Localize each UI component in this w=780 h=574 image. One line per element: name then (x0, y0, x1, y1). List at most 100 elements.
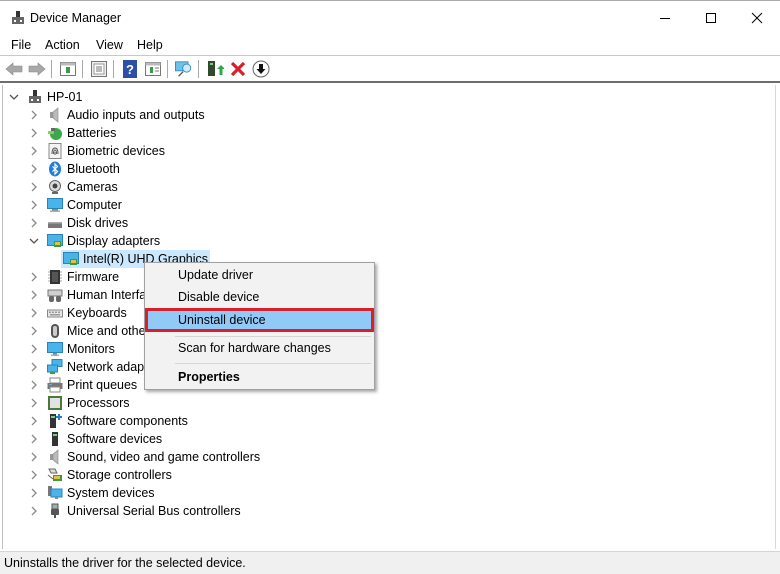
tree-category-node[interactable]: Software devices (29, 430, 162, 448)
menu-help[interactable]: Help (137, 38, 163, 52)
tree-category-node[interactable]: System devices (29, 484, 155, 502)
tree-category-label: Software devices (67, 432, 163, 446)
chevron-right-icon[interactable] (29, 290, 39, 300)
chevron-right-icon[interactable] (29, 380, 39, 390)
context-separator (175, 363, 371, 364)
context-scan-hardware[interactable]: Scan for hardware changes (145, 337, 374, 359)
tree-category-node[interactable]: Mice and other (29, 322, 150, 340)
tree-root-label: HP-01 (47, 90, 83, 104)
context-disable-device[interactable]: Disable device (145, 286, 374, 308)
toolbar-separator (51, 60, 52, 78)
chevron-right-icon[interactable] (29, 128, 39, 138)
chevron-right-icon[interactable] (29, 182, 39, 192)
tree-category-node[interactable]: Firmware (29, 268, 119, 286)
chevron-right-icon[interactable] (29, 326, 39, 336)
chevron-right-icon[interactable] (29, 164, 39, 174)
minimize-button[interactable] (642, 1, 688, 35)
disable-device-icon[interactable] (252, 60, 270, 78)
tree-category-label: System devices (67, 486, 155, 500)
tree-category-label: Human Interfa (67, 288, 147, 302)
computer-root-icon (27, 89, 43, 105)
menu-view[interactable]: View (96, 38, 123, 52)
show-action-pane-icon[interactable] (144, 60, 162, 78)
chevron-right-icon[interactable] (29, 488, 39, 498)
network-icon (47, 359, 63, 375)
chevron-down-icon[interactable] (29, 236, 39, 246)
context-item-label: Disable device (178, 290, 260, 304)
tree-category-node[interactable]: Monitors (29, 340, 115, 358)
tree-category-node[interactable]: Network adapt (29, 358, 148, 376)
tree-category-label: Universal Serial Bus controllers (67, 504, 241, 518)
chevron-right-icon[interactable] (29, 362, 39, 372)
chevron-down-icon[interactable] (9, 92, 19, 102)
context-properties[interactable]: Properties (145, 366, 374, 388)
toolbar-separator (113, 60, 114, 78)
chevron-right-icon[interactable] (29, 146, 39, 156)
tree-category-node[interactable]: Universal Serial Bus controllers (29, 502, 241, 520)
window-title: Device Manager (30, 11, 122, 25)
chevron-right-icon[interactable] (29, 110, 39, 120)
tree-category-node[interactable]: Sound, video and game controllers (29, 448, 260, 466)
printer-icon (47, 377, 63, 393)
tree-category-node[interactable]: Print queues (29, 376, 137, 394)
tree-category-node[interactable]: Audio inputs and outputs (29, 106, 205, 124)
chevron-right-icon[interactable] (29, 506, 39, 516)
tree-category-label: Cameras (67, 180, 118, 194)
tree-category-node[interactable]: Display adapters (29, 232, 160, 250)
chevron-right-icon[interactable] (29, 200, 39, 210)
firmware-icon (47, 269, 63, 285)
help-icon[interactable]: ? (121, 60, 139, 78)
chevron-right-icon[interactable] (29, 344, 39, 354)
tree-category-label: Display adapters (67, 234, 161, 248)
scan-hardware-icon[interactable] (175, 60, 193, 78)
battery-icon (47, 125, 63, 141)
tree-category-node[interactable]: Storage controllers (29, 466, 172, 484)
maximize-icon (706, 13, 716, 23)
chevron-right-icon[interactable] (29, 452, 39, 462)
tree-category-node[interactable]: Keyboards (29, 304, 127, 322)
chevron-right-icon[interactable] (29, 416, 39, 426)
close-button[interactable] (734, 1, 780, 35)
fingerprint-icon (47, 143, 63, 159)
tree-category-node[interactable]: Disk drives (29, 214, 128, 232)
back-icon[interactable] (5, 60, 23, 78)
update-driver-icon[interactable] (206, 60, 224, 78)
chevron-right-icon[interactable] (29, 434, 39, 444)
processor-icon (47, 395, 63, 411)
tree-category-node[interactable]: Bluetooth (29, 160, 120, 178)
tree-category-node[interactable]: Human Interfa (29, 286, 146, 304)
tree-category-node[interactable]: Computer (29, 196, 122, 214)
tree-category-node[interactable]: Batteries (29, 124, 116, 142)
device-manager-app-icon (10, 10, 26, 26)
chevron-right-icon[interactable] (29, 272, 39, 282)
chevron-right-icon[interactable] (29, 218, 39, 228)
tree-category-node[interactable]: Software components (29, 412, 188, 430)
menu-bar: File Action View Help (0, 35, 780, 56)
context-update-driver[interactable]: Update driver (145, 264, 374, 286)
tree-category-label: Processors (67, 396, 130, 410)
chevron-right-icon[interactable] (29, 308, 39, 318)
chevron-right-icon[interactable] (29, 470, 39, 480)
maximize-button[interactable] (688, 1, 734, 35)
status-text: Uninstalls the driver for the selected d… (4, 556, 246, 570)
context-item-label: Properties (178, 370, 240, 384)
tree-category-label: Software components (67, 414, 188, 428)
tree-category-node[interactable]: Processors (29, 394, 130, 412)
uninstall-icon[interactable] (229, 60, 247, 78)
chevron-right-icon[interactable] (29, 398, 39, 408)
context-uninstall-device[interactable]: Uninstall device (145, 308, 374, 332)
tree-category-label: Keyboards (67, 306, 127, 320)
display-adapter-icon (47, 233, 63, 249)
usb-icon (47, 503, 63, 519)
monitor-icon (47, 341, 63, 357)
tree-category-node[interactable]: Cameras (29, 178, 118, 196)
software-device-icon (47, 431, 63, 447)
menu-action[interactable]: Action (45, 38, 80, 52)
show-hide-console-tree-icon[interactable] (59, 60, 77, 78)
tree-category-node[interactable]: Biometric devices (29, 142, 165, 160)
forward-icon[interactable] (28, 60, 46, 78)
menu-file[interactable]: File (11, 38, 31, 52)
context-item-label: Uninstall device (178, 313, 266, 327)
tree-root-node[interactable]: HP-01 (9, 88, 82, 106)
properties-icon[interactable] (90, 60, 108, 78)
